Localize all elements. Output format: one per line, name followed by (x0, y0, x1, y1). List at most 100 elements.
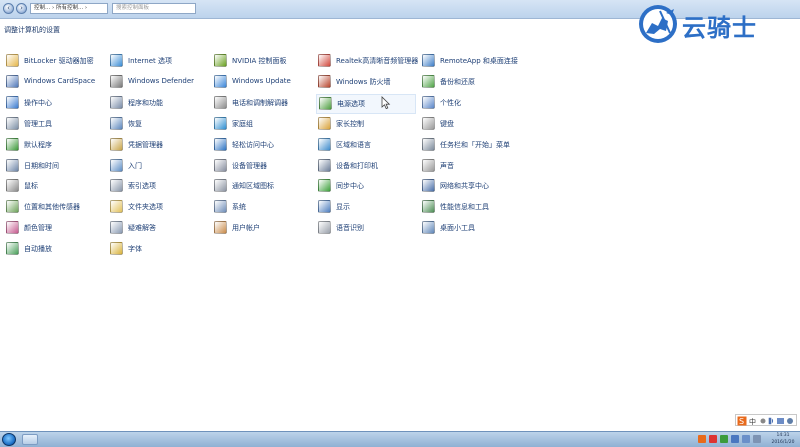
control-panel-item[interactable]: 电源选项 (316, 93, 416, 114)
control-panel-item[interactable]: 颜色管理 (6, 219, 106, 239)
control-panel-item[interactable]: 字体 (110, 240, 210, 260)
remoteapp-icon (422, 54, 435, 67)
control-panel-item[interactable]: 恢复 (110, 115, 210, 135)
control-panel-item[interactable]: 程序和功能 (110, 94, 210, 114)
control-panel-item[interactable]: Internet 选项 (110, 52, 210, 72)
ime-toolbar[interactable]: S 中 (735, 414, 797, 426)
taskbar-clock[interactable]: 14:31 2016/1/20 (770, 432, 796, 446)
default-programs-icon (6, 137, 19, 151)
sync-center-icon (318, 179, 331, 193)
control-panel-item[interactable]: 默认程序 (6, 136, 106, 156)
troubleshooting-icon (110, 221, 123, 235)
cardspace-icon (6, 74, 19, 88)
control-panel-item-label: 家庭组 (232, 119, 253, 128)
forward-button[interactable]: › (16, 3, 27, 14)
control-panel-item[interactable]: 声音 (422, 157, 522, 177)
performance-icon (422, 200, 435, 214)
control-panel-item[interactable]: BitLocker 驱动器加密 (6, 52, 106, 72)
control-panel-item[interactable]: 家庭组 (214, 115, 314, 135)
address-bar[interactable]: 控制... › 所有控制... › (30, 3, 108, 14)
date-time-icon (6, 158, 19, 172)
control-panel-item-label: 鼠标 (24, 182, 38, 191)
knight-logo-icon (639, 5, 677, 43)
control-panel-item[interactable]: 桌面小工具 (422, 219, 522, 239)
control-panel-item[interactable]: Realtek高清晰音频管理器 (318, 52, 418, 72)
display-tray-icon[interactable] (742, 435, 750, 443)
control-panel-item[interactable]: 电话和调制解调器 (214, 94, 314, 114)
control-panel-item-label: 凭据管理器 (128, 140, 163, 149)
control-panel-item[interactable]: Windows 防火墙 (318, 73, 418, 93)
fonts-icon (110, 242, 123, 256)
control-panel-item[interactable]: 区域和语言 (318, 136, 418, 156)
forward-arrow-icon: › (20, 4, 23, 12)
control-panel-item[interactable]: 疑难解答 (110, 219, 210, 239)
control-panel-item[interactable]: Windows CardSpace (6, 73, 106, 93)
search-input[interactable]: 搜索控制面板 (112, 3, 196, 14)
ime-tray-icon[interactable] (698, 435, 706, 443)
control-panel-item[interactable]: 系统 (214, 198, 314, 218)
action-center-icon (6, 95, 19, 109)
control-panel-item-label: 键盘 (440, 119, 454, 128)
taskbar-explorer-button[interactable] (22, 434, 38, 445)
control-panel-item[interactable]: 通知区域图标 (214, 177, 314, 197)
speech-recognition-icon (318, 221, 331, 235)
control-panel-item[interactable]: 备份和还原 (422, 73, 522, 93)
control-panel-item[interactable]: 日期和时间 (6, 157, 106, 177)
control-panel-item-label: Windows CardSpace (24, 76, 96, 85)
control-panel-item[interactable]: 任务栏和「开始」菜单 (422, 136, 522, 156)
control-panel-item[interactable]: 文件夹选项 (110, 198, 210, 218)
network-tray-icon[interactable] (720, 435, 728, 443)
control-panel-item-label: 程序和功能 (128, 98, 163, 107)
control-panel-item[interactable]: 管理工具 (6, 115, 106, 135)
control-panel-item[interactable]: 自动播放 (6, 240, 106, 260)
control-panel-item[interactable]: 轻松访问中心 (214, 136, 314, 156)
clock-date: 2016/1/20 (771, 440, 795, 445)
control-panel-item[interactable]: 设备和打印机 (318, 157, 418, 177)
control-panel-item-label: 系统 (232, 203, 246, 212)
control-panel-item[interactable]: 语音识别 (318, 219, 418, 239)
control-panel-item[interactable]: 操作中心 (6, 94, 106, 114)
control-panel-item[interactable]: 同步中心 (318, 177, 418, 197)
parental-controls-icon (318, 116, 331, 130)
desktop-gadgets-icon (422, 221, 435, 235)
control-panel-item[interactable]: 鼠标 (6, 177, 106, 197)
control-panel-item[interactable]: 入门 (110, 157, 210, 177)
nvidia-icon (214, 54, 227, 67)
control-panel-item[interactable]: 显示 (318, 198, 418, 218)
back-button[interactable]: ‹ (3, 3, 14, 14)
firewall-icon (318, 74, 331, 88)
control-panel-item-label: 默认程序 (24, 140, 52, 149)
control-panel-item-label: 任务栏和「开始」菜单 (440, 140, 510, 149)
control-panel-item[interactable]: 用户帐户 (214, 219, 314, 239)
display-icon (318, 200, 331, 214)
control-panel-item[interactable]: 凭据管理器 (110, 136, 210, 156)
start-button[interactable] (2, 433, 16, 446)
control-panel-item[interactable]: 网络和共享中心 (422, 177, 522, 197)
control-panel-item[interactable]: 家长控制 (318, 115, 418, 135)
volume-tray-icon[interactable] (753, 435, 761, 443)
security-tray-icon[interactable] (709, 435, 717, 443)
control-panel-item[interactable]: Windows Update (214, 73, 314, 93)
control-panel-item[interactable]: 位置和其他传感器 (6, 198, 106, 218)
programs-icon (110, 95, 123, 109)
control-panel-item[interactable]: NVIDIA 控制面板 (214, 52, 314, 72)
sound-icon (422, 158, 435, 172)
control-panel-item-label: 设备管理器 (232, 161, 267, 170)
mouse-icon (6, 179, 19, 193)
control-panel-item[interactable]: 性能信息和工具 (422, 198, 522, 218)
control-panel-item[interactable]: 设备管理器 (214, 157, 314, 177)
control-panel-item[interactable]: 个性化 (422, 94, 522, 114)
control-panel-item[interactable]: RemoteApp 和桌面连接 (422, 52, 522, 72)
control-panel-item[interactable]: 索引选项 (110, 177, 210, 197)
location-sensors-icon (6, 200, 19, 214)
control-panel-item[interactable]: 键盘 (422, 115, 522, 135)
clock-time: 14:31 (776, 433, 790, 438)
homegroup-icon (214, 116, 227, 130)
control-panel-item[interactable]: Windows Defender (110, 73, 210, 93)
autoplay-icon (6, 242, 19, 256)
control-panel-item-label: 声音 (440, 161, 454, 170)
flag-tray-icon[interactable] (731, 435, 739, 443)
power-options-icon (319, 96, 332, 110)
ease-of-access-icon (214, 137, 227, 151)
control-panel-item-label: 家长控制 (336, 119, 364, 128)
